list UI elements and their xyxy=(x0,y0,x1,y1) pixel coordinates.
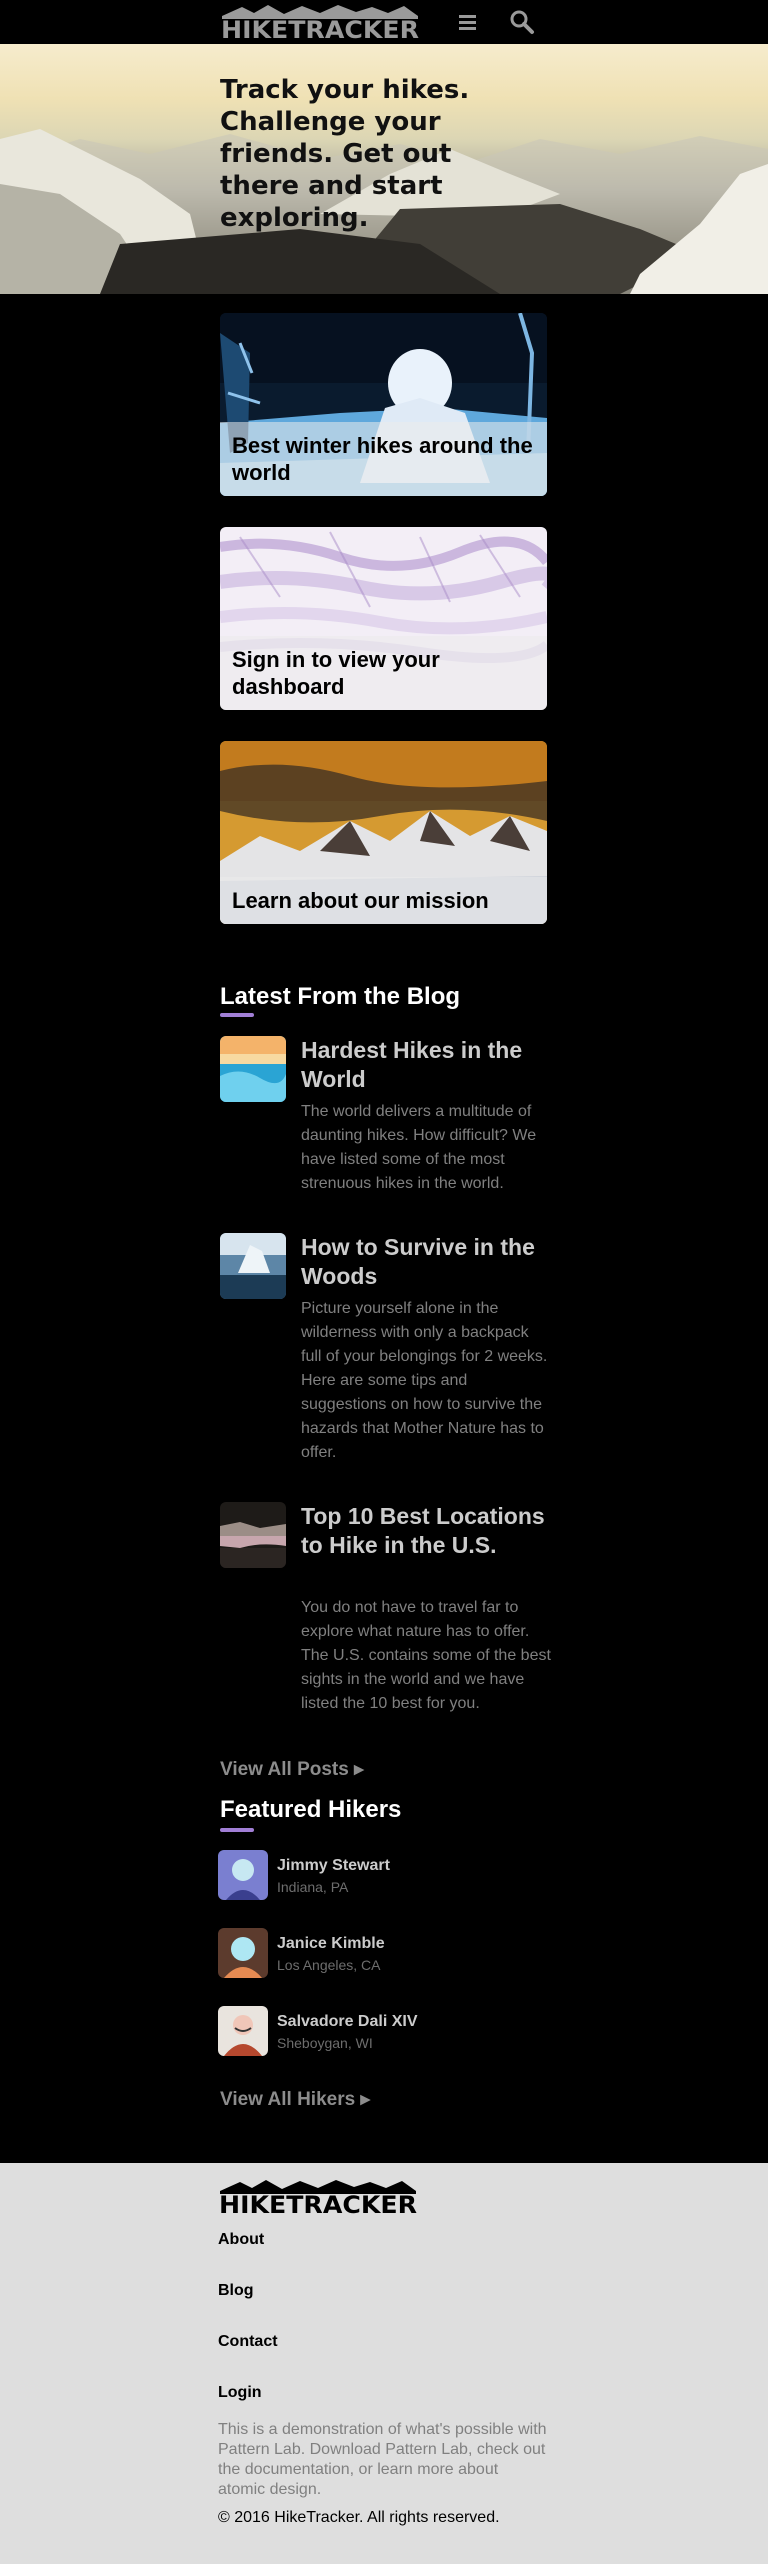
post-thumbnail-image[interactable] xyxy=(220,1502,286,1568)
winter-hikes-card[interactable]: Best winter hikes around the world xyxy=(220,313,547,496)
footer-link-login[interactable]: Login xyxy=(218,2384,262,2402)
hiker-name[interactable]: Salvadore Dali XIV xyxy=(277,2013,418,2031)
hiker-location: Sheboygan, WI xyxy=(277,2035,373,2051)
copyright: © 2016 HikeTracker. All rights reserved. xyxy=(218,2509,500,2526)
site-header: HIKETRACKER xyxy=(0,0,768,44)
site-footer: HIKETRACKER About Blog Contact Login Thi… xyxy=(0,2163,768,2564)
search-icon[interactable] xyxy=(508,8,536,36)
dashboard-signin-card[interactable]: Sign in to view your dashboard xyxy=(220,527,547,710)
post-title[interactable]: How to Survive in the Woods xyxy=(301,1233,551,1291)
footer-link-contact[interactable]: Contact xyxy=(218,2333,278,2351)
footer-note: This is a demonstration of what's possib… xyxy=(218,2421,547,2498)
view-all-posts-link[interactable]: View All Posts ▸ xyxy=(220,1758,364,1781)
post-excerpt: The world delivers a multitude of daunti… xyxy=(301,1103,537,1192)
avatar[interactable] xyxy=(218,1928,268,1978)
card-label: Best winter hikes around the world xyxy=(220,422,547,496)
hero-banner: Track your hikes. Challenge your friends… xyxy=(0,44,768,294)
post-thumbnail-image[interactable] xyxy=(220,1036,286,1102)
mission-card[interactable]: Learn about our mission xyxy=(220,741,547,924)
hiker-item[interactable]: Jimmy Stewart Indiana, PA xyxy=(218,1850,478,1900)
card-label: Learn about our mission xyxy=(220,877,547,924)
hiker-name[interactable]: Janice Kimble xyxy=(277,1935,385,1953)
avatar[interactable] xyxy=(218,2006,268,2056)
view-all-hikers-link[interactable]: View All Hikers ▸ xyxy=(220,2088,370,2111)
post-title[interactable]: Hardest Hikes in the World xyxy=(301,1036,551,1094)
hero-tagline: Track your hikes. Challenge your friends… xyxy=(220,75,470,233)
post-excerpt: You do not have to travel far to explore… xyxy=(301,1599,551,1712)
hiker-item[interactable]: Salvadore Dali XIV Sheboygan, WI xyxy=(218,2006,478,2056)
hiker-location: Indiana, PA xyxy=(277,1879,349,1895)
hiker-name[interactable]: Jimmy Stewart xyxy=(277,1857,390,1875)
hiketracker-logo[interactable]: HIKETRACKER xyxy=(218,2179,418,2215)
post-title[interactable]: Top 10 Best Locations to Hike in the U.S… xyxy=(301,1502,551,1560)
hiker-location: Los Angeles, CA xyxy=(277,1957,381,1973)
footer-link-blog[interactable]: Blog xyxy=(218,2282,254,2300)
post-excerpt: Picture yourself alone in the wilderness… xyxy=(301,1300,548,1461)
hikers-section-title: Featured Hikers xyxy=(220,1796,402,1823)
hiker-item[interactable]: Janice Kimble Los Angeles, CA xyxy=(218,1928,478,1978)
hiketracker-logo[interactable]: HIKETRACKER xyxy=(220,4,420,40)
post-thumbnail-image[interactable] xyxy=(220,1233,286,1299)
blog-title-underline xyxy=(220,1013,254,1017)
menu-icon[interactable] xyxy=(455,10,481,34)
footer-link-about[interactable]: About xyxy=(218,2231,264,2249)
blog-section-title: Latest From the Blog xyxy=(220,983,461,1010)
svg-text:HIKETRACKER: HIKETRACKER xyxy=(219,2191,417,2215)
card-label: Sign in to view your dashboard xyxy=(220,636,547,710)
hikers-title-underline xyxy=(220,1828,254,1832)
avatar[interactable] xyxy=(218,1850,268,1900)
svg-text:HIKETRACKER: HIKETRACKER xyxy=(221,16,419,40)
